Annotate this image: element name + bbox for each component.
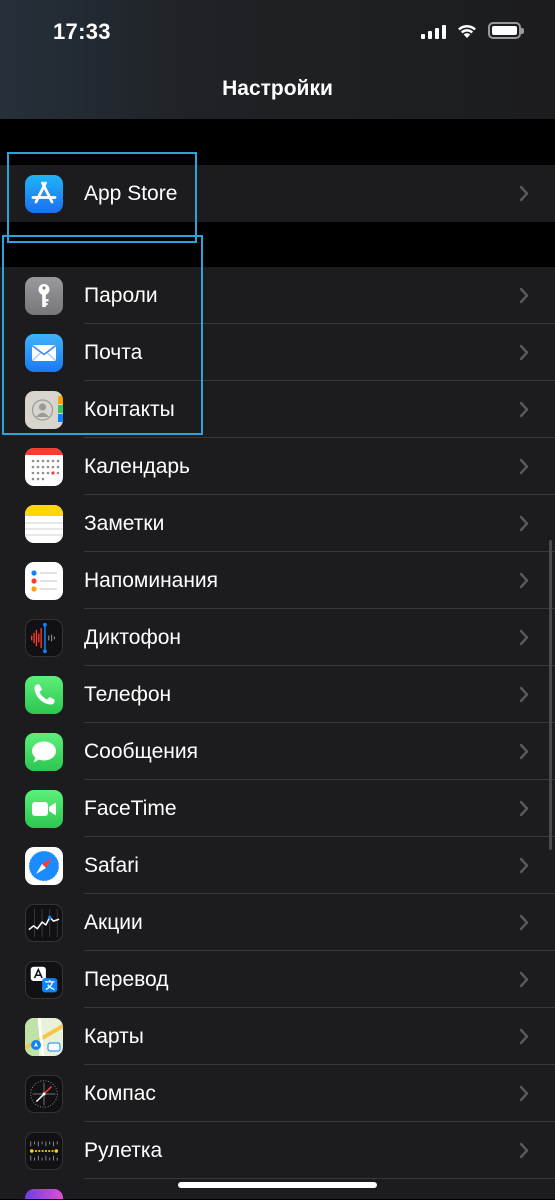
settings-row-app-store[interactable]: App Store — [0, 165, 555, 222]
key-icon — [25, 277, 63, 315]
settings-group-apps: Пароли Почта Контакты Календарь Заметки … — [0, 267, 555, 1199]
phone-icon — [25, 676, 63, 714]
contacts-icon — [25, 391, 63, 429]
chevron-right-icon — [519, 857, 529, 874]
shortcuts-icon — [25, 1189, 63, 1199]
chevron-right-icon — [519, 344, 529, 361]
chevron-right-icon — [519, 686, 529, 703]
settings-row-maps[interactable]: Карты — [0, 1008, 555, 1065]
settings-row-compass[interactable]: Компас — [0, 1065, 555, 1122]
settings-row-label: Контакты — [84, 398, 175, 421]
chevron-right-icon — [519, 971, 529, 988]
settings-row-label: Почта — [84, 341, 143, 364]
page-title: Настройки — [222, 77, 333, 100]
settings-row-label: Диктофон — [84, 626, 181, 649]
app-store-icon — [25, 175, 63, 213]
chevron-right-icon — [519, 515, 529, 532]
chevron-right-icon — [519, 743, 529, 760]
settings-row-measure[interactable]: Рулетка — [0, 1122, 555, 1179]
status-bar: 17:33 — [0, 0, 555, 62]
settings-row-label: Перевод — [84, 968, 169, 991]
settings-row-messages[interactable]: Сообщения — [0, 723, 555, 780]
scroll-indicator — [549, 540, 552, 850]
chevron-right-icon — [519, 1085, 529, 1102]
settings-row-label: Сообщения — [84, 740, 198, 763]
settings-row-translate[interactable]: Перевод — [0, 951, 555, 1008]
header: 17:33 Настройки — [0, 0, 555, 119]
settings-row-label: FaceTime — [84, 797, 177, 820]
settings-row-label: Календарь — [84, 455, 190, 478]
voice-memos-icon — [25, 619, 63, 657]
measure-icon — [25, 1132, 63, 1170]
settings-group-store: App Store — [0, 165, 555, 222]
chevron-right-icon — [519, 800, 529, 817]
notes-icon — [25, 505, 63, 543]
settings-row-label: Safari — [84, 854, 139, 877]
settings-row-mail[interactable]: Почта — [0, 324, 555, 381]
settings-row-label: Карты — [84, 1025, 144, 1048]
settings-row-facetime[interactable]: FaceTime — [0, 780, 555, 837]
settings-row-label: Напоминания — [84, 569, 219, 592]
status-time: 17:33 — [53, 19, 111, 44]
chevron-right-icon — [519, 458, 529, 475]
calendar-icon — [25, 448, 63, 486]
chevron-right-icon — [519, 1028, 529, 1045]
messages-icon — [25, 733, 63, 771]
battery-icon — [488, 22, 524, 39]
stocks-icon — [25, 904, 63, 942]
chevron-right-icon — [519, 629, 529, 646]
settings-row-label: Рулетка — [84, 1139, 163, 1162]
settings-row-label: Акции — [84, 911, 143, 934]
chevron-right-icon — [519, 401, 529, 418]
status-icons — [421, 22, 524, 39]
chevron-right-icon — [519, 185, 529, 202]
settings-row-stocks[interactable]: Акции — [0, 894, 555, 951]
settings-row-label: Телефон — [84, 683, 172, 706]
maps-icon — [25, 1018, 63, 1056]
settings-row-safari[interactable]: Safari — [0, 837, 555, 894]
home-indicator[interactable] — [178, 1182, 377, 1188]
settings-row-contacts[interactable]: Контакты — [0, 381, 555, 438]
mail-icon — [25, 334, 63, 372]
settings-row-phone[interactable]: Телефон — [0, 666, 555, 723]
reminders-icon — [25, 562, 63, 600]
settings-row-label: Заметки — [84, 512, 165, 535]
compass-icon — [25, 1075, 63, 1113]
settings-row-reminders[interactable]: Напоминания — [0, 552, 555, 609]
settings-row-label: App Store — [84, 182, 178, 205]
settings-row-notes[interactable]: Заметки — [0, 495, 555, 552]
settings-row-voice-memos[interactable]: Диктофон — [0, 609, 555, 666]
safari-icon — [25, 847, 63, 885]
settings-row-calendar[interactable]: Календарь — [0, 438, 555, 495]
settings-row-passwords[interactable]: Пароли — [0, 267, 555, 324]
chevron-right-icon — [519, 287, 529, 304]
settings-row-label: Пароли — [84, 284, 158, 307]
chevron-right-icon — [519, 1142, 529, 1159]
chevron-right-icon — [519, 914, 529, 931]
translate-icon — [25, 961, 63, 999]
chevron-right-icon — [519, 572, 529, 589]
cellular-signal-icon — [421, 23, 446, 39]
settings-row-label: Компас — [84, 1082, 156, 1105]
wifi-icon — [458, 24, 476, 38]
facetime-icon — [25, 790, 63, 828]
